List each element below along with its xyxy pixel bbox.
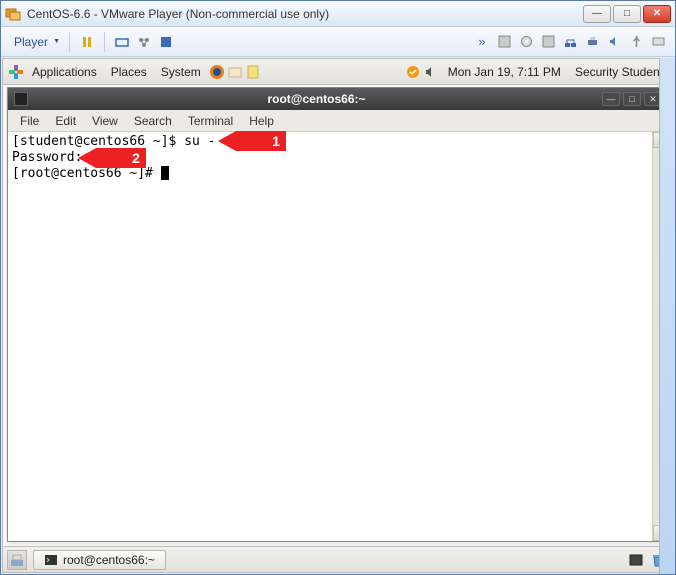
taskbar-label: root@centos66:~ bbox=[63, 553, 155, 567]
separator bbox=[69, 32, 70, 52]
firefox-icon[interactable] bbox=[208, 63, 226, 81]
menu-edit[interactable]: Edit bbox=[47, 112, 84, 130]
usb-icon[interactable] bbox=[627, 33, 645, 51]
callout-number-2: 2 bbox=[126, 148, 146, 168]
callout-number-1: 1 bbox=[266, 131, 286, 151]
vmware-title: CentOS-6.6 - VMware Player (Non-commerci… bbox=[27, 7, 583, 21]
separator bbox=[104, 32, 105, 52]
player-menu[interactable]: Player bbox=[7, 32, 63, 52]
tray-icon-1[interactable] bbox=[627, 552, 645, 568]
floppy-icon[interactable] bbox=[539, 33, 557, 51]
gnome-bottom-panel: root@centos66:~ bbox=[3, 546, 673, 572]
terminal-task-icon bbox=[44, 553, 58, 567]
network-icon[interactable] bbox=[561, 33, 579, 51]
cd-icon[interactable] bbox=[517, 33, 535, 51]
arrow-tail bbox=[218, 131, 236, 151]
terminal-maximize-button[interactable]: □ bbox=[623, 92, 641, 106]
terminal-menubar: File Edit View Search Terminal Help bbox=[8, 110, 668, 132]
notes-icon[interactable] bbox=[244, 63, 262, 81]
arrow-tail bbox=[78, 148, 96, 168]
terminal-minimize-button[interactable]: — bbox=[602, 92, 620, 106]
gnome-top-panel: Applications Places System Mon Jan 19, 7… bbox=[3, 59, 673, 85]
vmware-toolbar: Player » bbox=[1, 27, 675, 57]
callout-arrow-1: 1 bbox=[218, 131, 286, 151]
vmware-right-scroll[interactable] bbox=[659, 58, 675, 574]
arrow-stem bbox=[236, 131, 266, 151]
update-icon[interactable] bbox=[404, 63, 422, 81]
sound-icon[interactable] bbox=[605, 33, 623, 51]
fullscreen-icon[interactable] bbox=[157, 33, 175, 51]
centos-icon[interactable] bbox=[7, 63, 25, 81]
system-menu[interactable]: System bbox=[154, 63, 208, 81]
window-buttons: — □ ✕ bbox=[583, 5, 671, 23]
callout-arrow-2: 2 bbox=[78, 148, 146, 168]
vmware-window: CentOS-6.6 - VMware Player (Non-commerci… bbox=[0, 0, 676, 575]
terminal-body: [student@centos66 ~]$ su - root Password… bbox=[8, 132, 668, 541]
close-button[interactable]: ✕ bbox=[643, 5, 671, 23]
pause-icon[interactable] bbox=[78, 33, 96, 51]
vmware-icon bbox=[5, 6, 21, 22]
applications-menu[interactable]: Applications bbox=[25, 63, 104, 81]
terminal-title: root@centos66:~ bbox=[34, 92, 599, 106]
menu-search[interactable]: Search bbox=[126, 112, 180, 130]
menu-help[interactable]: Help bbox=[241, 112, 282, 130]
disk-icon[interactable] bbox=[495, 33, 513, 51]
terminal-window: root@centos66:~ — □ ✕ File Edit View Sea… bbox=[7, 87, 669, 542]
minimize-button[interactable]: — bbox=[583, 5, 611, 23]
menu-view[interactable]: View bbox=[84, 112, 126, 130]
datetime[interactable]: Mon Jan 19, 7:11 PM bbox=[440, 65, 569, 79]
cursor bbox=[161, 166, 169, 180]
send-keys-icon[interactable] bbox=[113, 33, 131, 51]
menu-terminal[interactable]: Terminal bbox=[180, 112, 241, 130]
device-icon[interactable]: » bbox=[473, 33, 491, 51]
places-menu[interactable]: Places bbox=[104, 63, 154, 81]
show-desktop-button[interactable] bbox=[7, 550, 27, 570]
vmware-titlebar: CentOS-6.6 - VMware Player (Non-commerci… bbox=[1, 1, 675, 27]
taskbar-terminal-button[interactable]: root@centos66:~ bbox=[33, 550, 166, 570]
message-icon[interactable] bbox=[649, 33, 667, 51]
unity-icon[interactable] bbox=[135, 33, 153, 51]
terminal-titlebar[interactable]: root@centos66:~ — □ ✕ bbox=[8, 88, 668, 110]
volume-icon[interactable] bbox=[422, 63, 440, 81]
terminal-icon bbox=[14, 92, 28, 106]
user-menu[interactable]: Security Student bbox=[569, 65, 669, 79]
arrow-stem bbox=[96, 148, 126, 168]
terminal-line-3: [root@centos66 ~]# bbox=[12, 166, 161, 181]
printer-icon[interactable] bbox=[583, 33, 601, 51]
files-icon[interactable] bbox=[226, 63, 244, 81]
menu-file[interactable]: File bbox=[12, 112, 47, 130]
terminal-content[interactable]: [student@centos66 ~]$ su - root Password… bbox=[8, 132, 652, 541]
maximize-button[interactable]: □ bbox=[613, 5, 641, 23]
guest-desktop: Applications Places System Mon Jan 19, 7… bbox=[2, 58, 674, 573]
